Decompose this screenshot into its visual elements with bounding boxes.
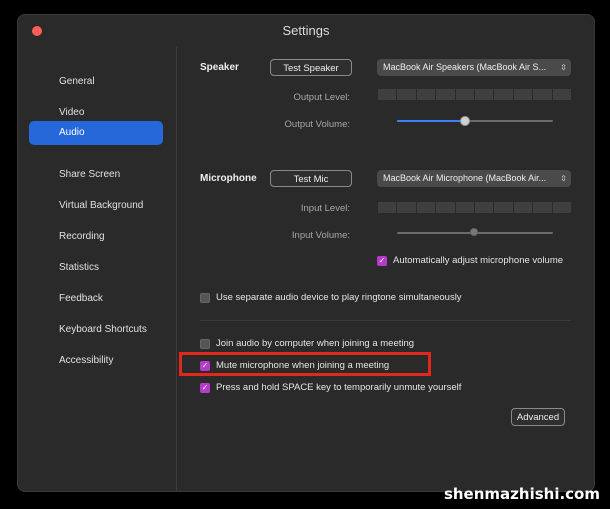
output-level-meter: [378, 89, 572, 100]
highlight-box: [179, 352, 431, 376]
up-down-chevron-icon: ⇳: [560, 63, 567, 72]
sidebar-item-virtual-background[interactable]: Virtual Background: [29, 195, 163, 217]
speaker-heading: Speaker: [200, 62, 239, 73]
sidebar-divider: [176, 47, 177, 491]
speaker-device-value: MacBook Air Speakers (MacBook Air S...: [383, 62, 547, 72]
microphone-heading: Microphone: [200, 173, 257, 184]
microphone-device-value: MacBook Air Microphone (MacBook Air...: [383, 173, 547, 183]
sidebar-item-audio[interactable]: Audio: [29, 121, 163, 145]
output-level-label: Output Level:: [293, 92, 350, 103]
output-volume-knob[interactable]: [460, 116, 470, 126]
watermark: shenmazhishi.com: [443, 485, 600, 503]
space-unmute-row[interactable]: ✓ Press and hold SPACE key to temporaril…: [200, 382, 461, 393]
separate-device-row[interactable]: Use separate audio device to play ringto…: [200, 292, 462, 303]
auto-adjust-label: Automatically adjust microphone volume: [393, 255, 564, 266]
join-audio-label: Join audio by computer when joining a me…: [216, 338, 415, 349]
checkbox-unchecked[interactable]: [200, 338, 210, 349]
test-speaker-button[interactable]: Test Speaker: [270, 59, 352, 76]
separate-device-label: Use separate audio device to play ringto…: [216, 292, 462, 303]
output-volume-label: Output Volume:: [284, 119, 350, 130]
space-unmute-label: Press and hold SPACE key to temporarily …: [216, 382, 462, 393]
up-down-chevron-icon: ⇳: [560, 174, 567, 183]
microphone-device-select[interactable]: MacBook Air Microphone (MacBook Air... ⇳: [377, 170, 571, 187]
sidebar-item-keyboard-shortcuts[interactable]: Keyboard Shortcuts: [29, 319, 163, 341]
checkmark-icon[interactable]: ✓: [200, 382, 210, 393]
join-audio-row[interactable]: Join audio by computer when joining a me…: [200, 338, 414, 349]
input-volume-label: Input Volume:: [291, 230, 350, 241]
input-level-meter: [378, 202, 572, 213]
sidebar-item-statistics[interactable]: Statistics: [29, 257, 163, 279]
window-title: Settings: [282, 23, 330, 38]
checkbox-unchecked[interactable]: [200, 292, 210, 303]
sidebar-item-general[interactable]: General: [29, 71, 163, 93]
settings-window: Settings General Video Audio Share Scree…: [17, 14, 595, 492]
sidebar-item-recording[interactable]: Recording: [29, 226, 163, 248]
title-bar: Settings: [18, 15, 594, 47]
checkmark-icon[interactable]: ✓: [377, 255, 387, 266]
sidebar-item-accessibility[interactable]: Accessibility: [29, 350, 163, 372]
close-button[interactable]: [32, 26, 42, 36]
output-volume-fill: [397, 120, 465, 122]
advanced-button[interactable]: Advanced: [511, 408, 565, 426]
auto-adjust-row[interactable]: ✓ Automatically adjust microphone volume: [377, 255, 563, 266]
sidebar-item-share-screen[interactable]: Share Screen: [29, 164, 163, 186]
section-divider: [200, 320, 571, 321]
input-volume-knob[interactable]: [470, 228, 478, 236]
input-level-label: Input Level:: [300, 203, 350, 214]
speaker-device-select[interactable]: MacBook Air Speakers (MacBook Air S... ⇳: [377, 59, 571, 76]
sidebar-item-feedback[interactable]: Feedback: [29, 288, 163, 310]
test-mic-button[interactable]: Test Mic: [270, 170, 352, 187]
sidebar: General Video Audio Share Screen Virtual…: [18, 47, 176, 491]
